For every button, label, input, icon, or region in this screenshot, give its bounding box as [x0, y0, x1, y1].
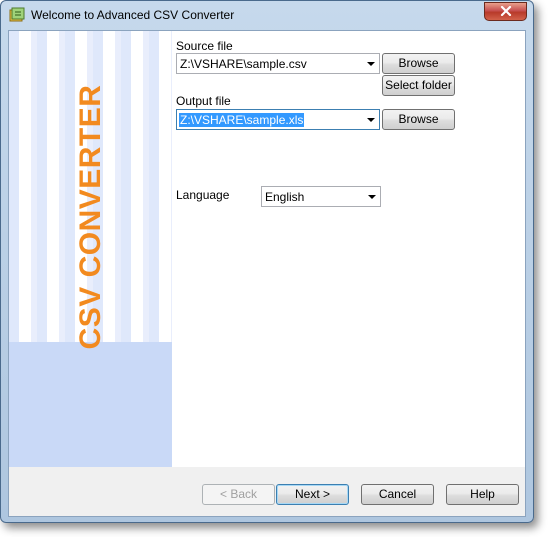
select-folder-button[interactable]: Select folder — [382, 75, 455, 96]
wizard-window: Welcome to Advanced CSV Converter CSV CO… — [0, 0, 534, 523]
title-bar[interactable]: Welcome to Advanced CSV Converter — [1, 1, 533, 30]
app-icon — [9, 7, 25, 23]
help-button[interactable]: Help — [446, 484, 519, 505]
output-file-value: Z:\VSHARE\sample.xls — [179, 113, 305, 127]
chevron-down-icon — [367, 62, 375, 66]
output-file-combo[interactable]: Z:\VSHARE\sample.xls — [176, 109, 380, 130]
back-button[interactable]: < Back — [202, 484, 275, 505]
language-select[interactable]: English — [261, 186, 381, 207]
language-label: Language — [176, 188, 230, 202]
button-bar: < Back Next > Cancel Help — [9, 467, 525, 516]
output-browse-button[interactable]: Browse — [382, 109, 455, 130]
side-banner: CSV CONVERTER — [9, 31, 172, 467]
window-title: Welcome to Advanced CSV Converter — [31, 8, 235, 22]
close-button[interactable] — [484, 2, 527, 21]
output-file-label: Output file — [176, 94, 231, 108]
dialog-client-area: CSV CONVERTER Source file Z:\VSHARE\samp… — [8, 30, 526, 517]
source-file-combo[interactable]: Z:\VSHARE\sample.csv — [176, 53, 380, 74]
wizard-content: Source file Z:\VSHARE\sample.csv Browse … — [172, 31, 525, 467]
source-browse-button[interactable]: Browse — [382, 53, 455, 74]
cancel-button[interactable]: Cancel — [361, 484, 434, 505]
next-button[interactable]: Next > — [276, 484, 349, 505]
output-file-label-text: Output file — [176, 94, 231, 108]
close-icon — [500, 5, 512, 19]
banner-title: CSV CONVERTER — [74, 84, 107, 350]
source-file-label-text: Source file — [176, 39, 233, 53]
chevron-down-icon — [367, 118, 375, 122]
source-file-value: Z:\VSHARE\sample.csv — [180, 57, 307, 71]
chevron-down-icon — [368, 195, 376, 199]
source-file-label: Source file — [176, 39, 233, 53]
language-value: English — [265, 190, 305, 204]
